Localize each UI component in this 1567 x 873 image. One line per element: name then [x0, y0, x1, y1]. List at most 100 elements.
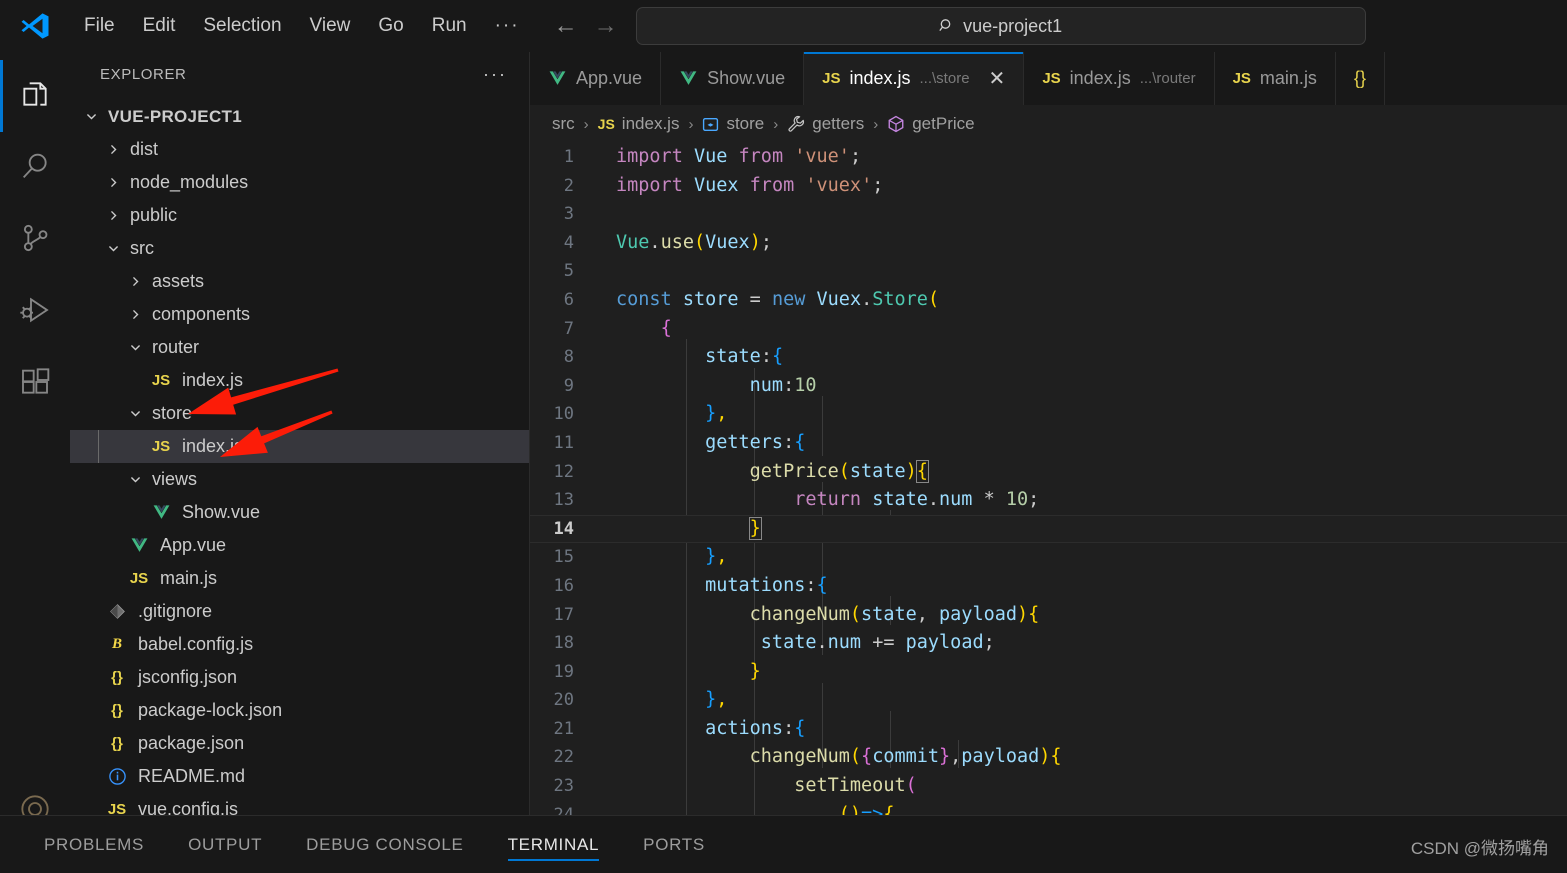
code-line-13[interactable]: 13 return state.num * 10;: [530, 486, 1567, 515]
code-line-19[interactable]: 19 }: [530, 658, 1567, 687]
code-line-12[interactable]: 12 getPrice(state){: [530, 458, 1567, 487]
code-line-2[interactable]: 2 import Vuex from 'vuex';: [530, 172, 1567, 201]
code-line-11[interactable]: 11 getters:{: [530, 429, 1567, 458]
tree-file-babel.config.js[interactable]: Bbabel.config.js: [70, 628, 529, 661]
panel-tab-problems[interactable]: PROBLEMS: [22, 816, 166, 873]
menu-go[interactable]: Go: [364, 10, 417, 43]
chevron-right-icon[interactable]: [124, 308, 146, 321]
editor-tab-json[interactable]: {}: [1335, 52, 1385, 105]
breadcrumb: src › JS index.js › store › getters › getPrice: [530, 105, 1567, 143]
tree-file-main.js[interactable]: JS main.js: [70, 562, 529, 595]
editor-tab-index-js-router[interactable]: JS index.js ...\router: [1024, 52, 1215, 105]
code-line-15[interactable]: 15 },: [530, 543, 1567, 572]
breadcrumb-item-getters[interactable]: getters: [787, 114, 864, 134]
tree-item-label: router: [152, 337, 200, 357]
code-line-18[interactable]: 18 state.num += payload;: [530, 629, 1567, 658]
code-line-24[interactable]: 24 ()=>{: [530, 801, 1567, 815]
menu-view[interactable]: View: [296, 10, 365, 43]
tree-folder-components[interactable]: components: [70, 298, 529, 331]
back-arrow-icon[interactable]: ←: [554, 14, 578, 38]
forward-arrow-icon[interactable]: →: [594, 14, 618, 38]
chevron-right-icon[interactable]: [102, 176, 124, 189]
code-line-20[interactable]: 20 },: [530, 686, 1567, 715]
tree-item-label: dist: [130, 139, 159, 159]
tree-file-App.vue[interactable]: App.vue: [70, 529, 529, 562]
chevron-down-icon[interactable]: [80, 110, 102, 123]
tree-file-vue.config.js[interactable]: JS vue.config.js: [70, 793, 529, 815]
tree-folder-dist[interactable]: dist: [70, 133, 529, 166]
tree-file-README.md[interactable]: README.md: [70, 760, 529, 793]
tree-file-jsconfig.json[interactable]: {} jsconfig.json: [70, 661, 529, 694]
explorer-more-actions-icon[interactable]: ···: [483, 64, 507, 85]
breadcrumb-item-getPrice[interactable]: getPrice: [887, 114, 975, 134]
chevron-down-icon[interactable]: [102, 242, 124, 255]
code-line-23[interactable]: 23 setTimeout(: [530, 772, 1567, 801]
chevron-down-icon[interactable]: [124, 407, 146, 420]
editor-tab-main-js[interactable]: JS main.js: [1214, 52, 1336, 105]
code-line-10[interactable]: 10 },: [530, 400, 1567, 429]
editor-tab-index-js-store[interactable]: JS index.js ...\store ✕: [804, 52, 1025, 105]
editor-tab-Show-vue[interactable]: Show.vue: [661, 52, 805, 105]
panel-tab-output[interactable]: OUTPUT: [166, 816, 284, 873]
code-line-1[interactable]: 1 import Vue from 'vue';: [530, 143, 1567, 172]
code-line-17[interactable]: 17 changeNum(state, payload){: [530, 601, 1567, 630]
code-line-4[interactable]: 4 Vue.use(Vuex);: [530, 229, 1567, 258]
tree-folder-store[interactable]: store: [70, 397, 529, 430]
line-number: 18: [553, 633, 574, 654]
breadcrumb-item-index-js[interactable]: JS index.js: [598, 114, 680, 134]
code-line-3[interactable]: 3: [530, 200, 1567, 229]
code-line-8[interactable]: 8 state:{: [530, 343, 1567, 372]
activity-item-source-control[interactable]: [0, 204, 70, 276]
tree-folder-assets[interactable]: assets: [70, 265, 529, 298]
code-line-16[interactable]: 16 mutations:{: [530, 572, 1567, 601]
search-input[interactable]: vue-project1: [635, 7, 1366, 45]
code-line-14[interactable]: 14 }: [530, 514, 1567, 544]
tree-file-.gitignore[interactable]: .gitignore: [70, 595, 529, 628]
activity-item-extensions[interactable]: [0, 348, 70, 420]
code-line-22[interactable]: 22 changeNum({commit},payload){: [530, 743, 1567, 772]
tree-file-package.json[interactable]: {} package.json: [70, 727, 529, 760]
activity-item-run-and-debug[interactable]: [0, 276, 70, 348]
tree-root-vue-project1[interactable]: VUE-PROJECT1: [70, 100, 529, 133]
activity-item-explorer[interactable]: [0, 60, 70, 132]
tree-folder-router[interactable]: router: [70, 331, 529, 364]
activity-item-search[interactable]: [0, 132, 70, 204]
tree-file-Show.vue[interactable]: Show.vue: [70, 496, 529, 529]
menu-run[interactable]: Run: [418, 10, 481, 43]
tree-folder-views[interactable]: views: [70, 463, 529, 496]
breadcrumb-item-src[interactable]: src: [552, 114, 575, 134]
panel-tab-debug-console[interactable]: DEBUG CONSOLE: [284, 816, 485, 873]
tree-file-index.js[interactable]: JS index.js: [70, 364, 529, 397]
tree-folder-public[interactable]: public: [70, 199, 529, 232]
chevron-down-icon[interactable]: [124, 473, 146, 486]
search-value: vue-project1: [963, 15, 1063, 36]
panel-tab-ports[interactable]: PORTS: [621, 816, 727, 873]
code-line-21[interactable]: 21 actions:{: [530, 715, 1567, 744]
panel-tab-terminal[interactable]: TERMINAL: [486, 816, 622, 873]
menu-selection[interactable]: Selection: [189, 10, 295, 43]
line-text: state.num += payload;: [760, 632, 995, 654]
chevron-right-icon[interactable]: [102, 143, 124, 156]
code-editor[interactable]: 1 import Vue from 'vue'; 2 import Vuex from…: [530, 143, 1567, 815]
menu-edit[interactable]: Edit: [129, 10, 190, 43]
activity-item-accounts[interactable]: [0, 759, 70, 815]
code-line-7[interactable]: 7 {: [530, 315, 1567, 344]
chevron-down-icon[interactable]: [124, 341, 146, 354]
breadcrumb-item-store[interactable]: store: [702, 114, 764, 134]
tree-file-index.js[interactable]: JS index.js: [70, 430, 529, 463]
chevron-right-icon[interactable]: [102, 209, 124, 222]
line-number: 14: [553, 518, 574, 539]
tree-file-package-lock.json[interactable]: {} package-lock.json: [70, 694, 529, 727]
tree-folder-src[interactable]: src: [70, 232, 529, 265]
code-line-9[interactable]: 9 num:10: [530, 372, 1567, 401]
code-line-6[interactable]: 6 const store = new Vuex.Store(: [530, 286, 1567, 315]
close-icon[interactable]: ✕: [989, 69, 1006, 89]
tree-folder-node_modules[interactable]: node_modules: [70, 166, 529, 199]
editor-tab-App-vue[interactable]: App.vue: [530, 52, 662, 105]
code-line-5[interactable]: 5: [530, 257, 1567, 286]
menu-file[interactable]: File: [70, 10, 129, 43]
line-text: actions:{: [705, 717, 806, 739]
menu-overflow-icon[interactable]: ···: [481, 15, 534, 37]
vue-file-icon: [679, 70, 698, 87]
chevron-right-icon[interactable]: [124, 275, 146, 288]
